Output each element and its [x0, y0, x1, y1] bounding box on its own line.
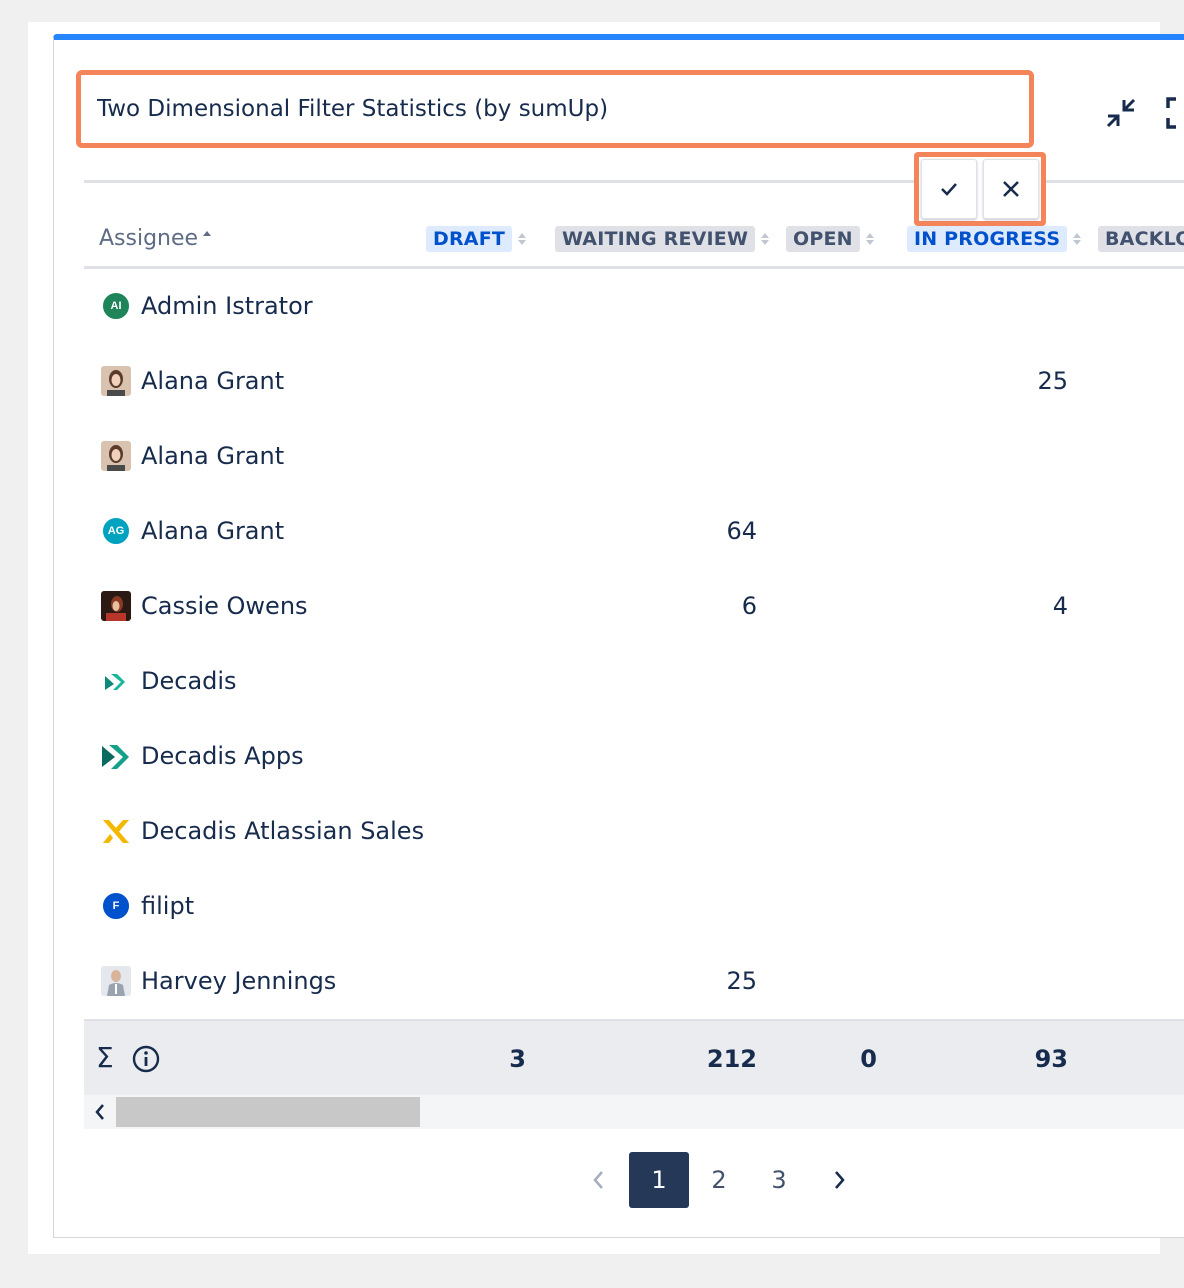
waiting-review-cell[interactable]: 6: [677, 592, 757, 620]
column-header-open[interactable]: OPEN: [786, 224, 874, 254]
chevron-left-icon: [593, 1171, 603, 1189]
table-row: Alana Grant 25: [84, 345, 1184, 420]
assignee-name[interactable]: Alana Grant: [141, 367, 284, 395]
status-lozenge: OPEN: [786, 226, 860, 252]
assignee-column-header[interactable]: Assignee: [99, 226, 213, 251]
status-lozenge: BACKLO: [1098, 226, 1184, 252]
assignee-name[interactable]: Admin Istrator: [141, 292, 313, 320]
minimize-icon[interactable]: [1104, 96, 1138, 130]
sort-icon: [1073, 233, 1082, 245]
column-header-backlog[interactable]: BACKLO: [1098, 224, 1184, 254]
column-header-waiting-review[interactable]: WAITING REVIEW: [555, 224, 770, 254]
table-header-divider: [84, 266, 1184, 269]
previous-page-button[interactable]: [569, 1152, 629, 1208]
scrollbar-thumb[interactable]: [116, 1097, 420, 1127]
assignee-name[interactable]: Alana Grant: [141, 442, 284, 470]
assignee-name[interactable]: Decadis Apps: [141, 742, 304, 770]
sort-icon: [761, 233, 770, 245]
table-row: AG Alana Grant 64: [84, 495, 1184, 570]
table-row: F filipt: [84, 870, 1184, 945]
avatar: [101, 591, 131, 621]
assignee-name[interactable]: Decadis Atlassian Sales: [141, 817, 424, 845]
avatar: [101, 366, 131, 396]
avatar: AG: [101, 516, 131, 546]
pagination: 1 2 3: [569, 1152, 869, 1208]
cancel-button[interactable]: [983, 159, 1039, 219]
sort-asc-icon: [203, 230, 212, 236]
chevron-right-icon: [835, 1171, 845, 1189]
table-row: Decadis Apps: [84, 720, 1184, 795]
page-2-button[interactable]: 2: [689, 1152, 749, 1208]
sort-icon: [518, 233, 527, 245]
info-icon[interactable]: [132, 1045, 160, 1073]
assignee-name[interactable]: filipt: [141, 892, 194, 920]
table-row: Harvey Jennings 25: [84, 945, 1184, 1020]
next-page-button[interactable]: [809, 1152, 869, 1208]
table-row: Cassie Owens 6 4: [84, 570, 1184, 645]
avatar: [101, 816, 131, 846]
avatar: [101, 441, 131, 471]
assignee-name[interactable]: Harvey Jennings: [141, 967, 336, 995]
assignee-header-label: Assignee: [99, 226, 199, 251]
gadget-title-input[interactable]: [76, 70, 1034, 148]
avatar: F: [101, 891, 131, 921]
total-open: 0: [860, 1045, 877, 1073]
table-row: Decadis: [84, 645, 1184, 720]
title-edit-actions: [914, 152, 1046, 226]
assignee-name[interactable]: Alana Grant: [141, 517, 284, 545]
in-progress-cell[interactable]: 25: [988, 367, 1068, 395]
table-row: Alana Grant: [84, 420, 1184, 495]
table-row: AI Admin Istrator: [84, 270, 1184, 345]
waiting-review-cell[interactable]: 25: [677, 967, 757, 995]
gadget-panel: Assignee DRAFT WAITING REVIEW OPEN IN PR…: [53, 34, 1184, 1238]
horizontal-scrollbar[interactable]: [84, 1095, 1184, 1129]
fullscreen-icon[interactable]: [1164, 96, 1184, 130]
in-progress-cell[interactable]: 4: [988, 592, 1068, 620]
page-1-button[interactable]: 1: [629, 1152, 689, 1208]
column-header-in-progress[interactable]: IN PROGRESS: [907, 224, 1082, 254]
status-lozenge: DRAFT: [426, 226, 513, 252]
avatar: [101, 666, 131, 696]
table-row: Decadis Atlassian Sales: [84, 795, 1184, 870]
waiting-review-cell[interactable]: 64: [677, 517, 757, 545]
total-waiting-review: 212: [706, 1045, 757, 1073]
check-icon: [941, 183, 957, 196]
column-header-draft[interactable]: DRAFT: [426, 224, 527, 254]
close-icon: [1003, 181, 1019, 197]
totals-row: Σ 3 212 0 93: [84, 1019, 1184, 1097]
avatar: AI: [101, 291, 131, 321]
total-draft: 3: [509, 1045, 526, 1073]
assignee-name[interactable]: Decadis: [141, 667, 237, 695]
assignee-name[interactable]: Cassie Owens: [141, 592, 308, 620]
avatar: [101, 966, 131, 996]
status-lozenge: IN PROGRESS: [907, 226, 1068, 252]
sigma-icon: Σ: [96, 1041, 114, 1074]
sort-icon: [865, 233, 874, 245]
status-lozenge: WAITING REVIEW: [555, 226, 756, 252]
confirm-button[interactable]: [921, 159, 977, 219]
total-in-progress: 93: [1034, 1045, 1068, 1073]
chevron-left-icon[interactable]: [90, 1097, 110, 1127]
avatar: [101, 741, 131, 771]
page-3-button[interactable]: 3: [749, 1152, 809, 1208]
